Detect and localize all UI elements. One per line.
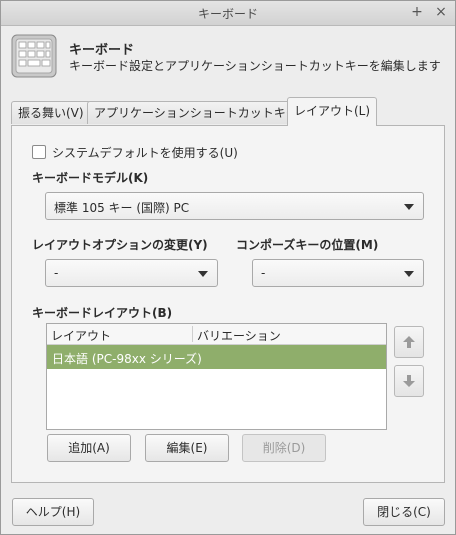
layout-options-combo[interactable]: -	[45, 259, 218, 287]
list-item-layout: 日本語 (PC-98xx シリーズ)	[52, 352, 202, 366]
edit-button[interactable]: 編集(E)	[145, 434, 229, 462]
dropdown-arrow-icon	[404, 271, 414, 277]
maximize-button[interactable]: +	[409, 4, 425, 20]
compose-key-combo[interactable]: -	[252, 259, 424, 287]
column-header-variation[interactable]: バリエーション	[197, 327, 281, 344]
compose-key-value: -	[261, 266, 266, 280]
close-window-button[interactable]: ×	[433, 4, 449, 20]
arrow-up-icon	[403, 336, 415, 348]
move-up-button[interactable]	[394, 326, 424, 358]
title-bar[interactable]: キーボード + ×	[1, 1, 455, 26]
dropdown-arrow-icon	[198, 271, 208, 277]
keyboard-settings-window: キーボード + × キーボード キーボード設定とアプリケーションショートカットキ…	[0, 0, 456, 535]
list-item[interactable]: 日本語 (PC-98xx シリーズ)	[47, 345, 386, 369]
keyboard-icon	[11, 34, 57, 78]
keyboard-model-label: キーボードモデル(K)	[32, 171, 149, 185]
list-header: レイアウト バリエーション	[47, 324, 386, 345]
close-button[interactable]: 閉じる(C)	[363, 498, 445, 526]
use-system-default-label: システムデフォルトを使用する(U)	[52, 146, 238, 160]
layout-options-label: レイアウトオプションの変更(Y)	[32, 238, 208, 252]
keyboard-model-combo[interactable]: 標準 105 キー (国際) PC	[45, 192, 424, 220]
keyboard-layout-label: キーボードレイアウト(B)	[32, 306, 173, 320]
dialog-header: キーボード キーボード設定とアプリケーションショートカットキーを編集します	[1, 26, 455, 86]
add-button[interactable]: 追加(A)	[47, 434, 131, 462]
tab-behavior[interactable]: 振る舞い(V)	[11, 101, 91, 124]
header-title: キーボード	[69, 43, 135, 58]
keyboard-model-value: 標準 105 キー (国際) PC	[54, 201, 190, 215]
move-down-button[interactable]	[394, 365, 424, 397]
column-header-layout[interactable]: レイアウト	[51, 327, 111, 344]
compose-key-label: コンポーズキーの位置(M)	[236, 238, 379, 252]
layout-panel: システムデフォルトを使用する(U) キーボードモデル(K) 標準 105 キー …	[11, 125, 445, 483]
keyboard-layout-list[interactable]: レイアウト バリエーション 日本語 (PC-98xx シリーズ)	[46, 323, 387, 430]
column-separator	[192, 326, 193, 342]
tab-layout[interactable]: レイアウト(L)	[287, 97, 378, 126]
window-title: キーボード	[197, 7, 258, 21]
dropdown-arrow-icon	[404, 204, 414, 210]
help-button[interactable]: ヘルプ(H)	[12, 498, 94, 526]
layout-options-value: -	[54, 266, 59, 280]
header-description: キーボード設定とアプリケーションショートカットキーを編集します	[69, 59, 441, 73]
arrow-down-icon	[403, 375, 415, 387]
checkbox-box[interactable]	[32, 145, 46, 159]
remove-button[interactable]: 削除(D)	[242, 434, 326, 462]
